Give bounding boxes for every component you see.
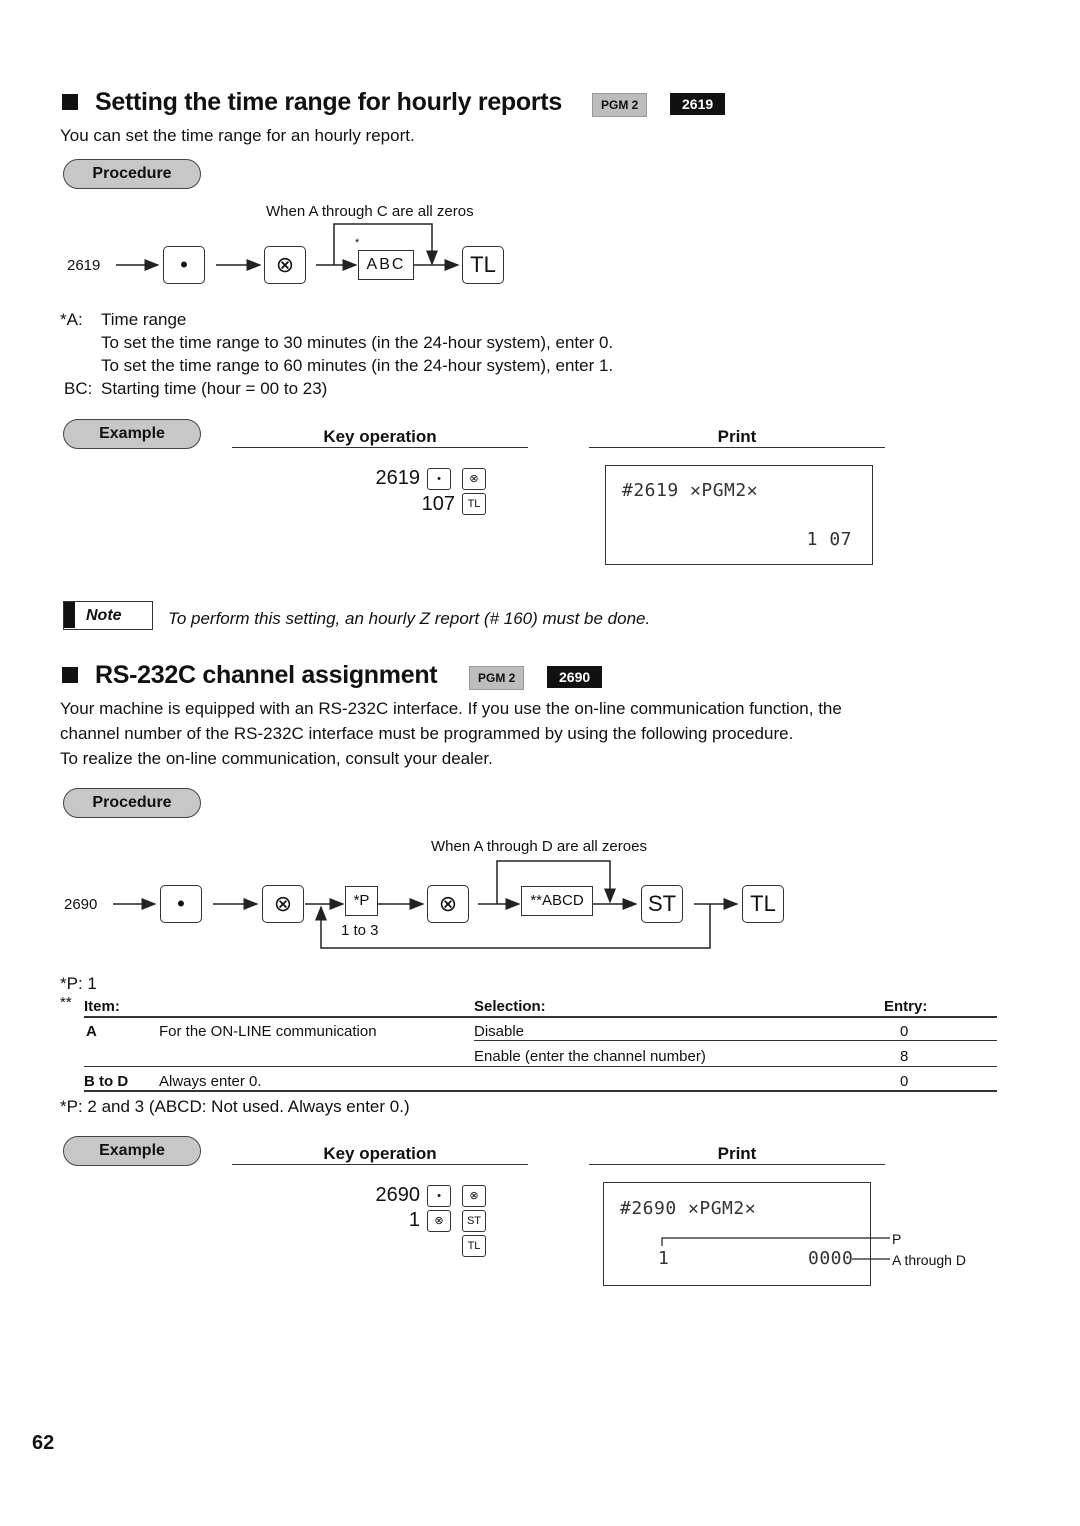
point-key: • (160, 885, 202, 923)
receipt-value-line: 1 07 (806, 529, 852, 550)
row-entry: 8 (900, 1048, 909, 1065)
procedure-label: Procedure (63, 788, 201, 818)
print-header: Print (589, 1144, 885, 1165)
note-bar (64, 602, 75, 628)
point-key: • (163, 246, 205, 284)
intro-line: channel number of the RS-232C interface … (60, 724, 794, 743)
table-divider (84, 1066, 997, 1067)
note-a-line3: To set the time range to 60 minutes (in … (101, 356, 614, 375)
intro-line: Your machine is equipped with an RS-232C… (60, 699, 842, 718)
multiply-key-small: ⊗ (427, 1210, 451, 1232)
header-selection: Selection: (474, 998, 546, 1015)
multiply-key-label: ⊗ (275, 252, 295, 277)
key-operation-header: Key operation (232, 427, 528, 448)
table-divider (84, 1016, 997, 1018)
note-a-label: *A: (60, 310, 83, 329)
row-entry: 0 (900, 1073, 909, 1090)
note-bc-label: BC: (64, 379, 93, 398)
header-item: Item: (84, 998, 120, 1015)
point-key-label: • (180, 252, 188, 277)
st-key-small: ST (462, 1210, 486, 1232)
callout-p: P (892, 1231, 902, 1247)
p23-note: *P: 2 and 3 (ABCD: Not used. Always ente… (60, 1097, 410, 1116)
row-entry: 0 (900, 1023, 909, 1040)
page-number: 62 (32, 1432, 55, 1454)
st-key-label: ST (647, 891, 677, 916)
flow-arrows (116, 223, 460, 271)
tl-key-label: TL (470, 252, 496, 277)
entry-box-p: *P (345, 886, 378, 916)
asterisk-mark: * (355, 237, 360, 249)
multiply-key-small: ⊗ (462, 1185, 486, 1207)
tl-key: TL (742, 885, 784, 923)
entry-box-abc: ABC (358, 250, 414, 280)
tl-key-small: TL (462, 1235, 486, 1257)
job-code-tag: 2690 (547, 666, 603, 688)
note-badge: Note (63, 601, 153, 630)
receipt-header-line: #2690 ✕PGM2✕ (620, 1198, 757, 1219)
note-bc-text: Starting time (hour = 00 to 23) (101, 379, 328, 398)
example-label: Example (63, 419, 201, 449)
table-marker: ** (60, 994, 72, 1011)
multiply-key: ⊗ (262, 885, 304, 923)
receipt-header-line: #2619 ✕PGM2✕ (622, 480, 759, 501)
print-receipt: #2619 ✕PGM2✕ 1 07 (605, 465, 873, 565)
row-item: B to D (84, 1073, 129, 1090)
row-item: A (86, 1023, 97, 1040)
point-key-small: • (427, 468, 451, 490)
callout-abcd: A through D (892, 1252, 966, 1268)
multiply-key-label: ⊗ (273, 891, 293, 916)
callout-lines (661, 1237, 890, 1260)
key-op-value: 2619 (375, 467, 421, 489)
multiply-key-small: ⊗ (462, 468, 486, 490)
note-text: To perform this setting, an hourly Z rep… (168, 609, 651, 628)
point-key-small: • (427, 1185, 451, 1207)
tl-key-small: TL (462, 493, 486, 515)
multiply-key: ⊗ (264, 246, 306, 284)
key-op-value: 1 (408, 1209, 420, 1231)
row-selection: Disable (474, 1023, 525, 1040)
table-divider (474, 1040, 997, 1041)
entry-box-abcd: **ABCD (521, 886, 593, 916)
example-label: Example (63, 1136, 201, 1166)
note-label: Note (86, 607, 122, 624)
section-bullet-icon (62, 667, 78, 688)
tl-key: TL (462, 246, 504, 284)
header-entry: Entry: (884, 998, 928, 1015)
tl-key-label: TL (750, 891, 776, 916)
section-title: RS-232C channel assignment (95, 661, 438, 689)
print-header: Print (589, 427, 885, 448)
table-divider (84, 1090, 997, 1092)
row-selection: Enable (enter the channel number) (474, 1048, 706, 1065)
row-desc: For the ON-LINE communication (159, 1023, 377, 1040)
intro-line: To realize the on-line communication, co… (60, 749, 493, 768)
p1-label: *P: 1 (60, 974, 97, 993)
p-range-label: 1 to 3 (341, 922, 379, 939)
note-a-text: Time range (101, 310, 187, 329)
point-key-label: • (177, 891, 185, 916)
key-operation-header: Key operation (232, 1144, 528, 1165)
key-op-value: 2690 (375, 1184, 421, 1206)
mode-tag: PGM 2 (469, 666, 525, 690)
row-desc: Always enter 0. (159, 1073, 262, 1090)
multiply-key: ⊗ (427, 885, 469, 923)
note-a-line2: To set the time range to 30 minutes (in … (101, 333, 614, 352)
st-key: ST (641, 885, 683, 923)
multiply-key-label: ⊗ (438, 891, 458, 916)
key-op-value: 107 (421, 493, 455, 515)
